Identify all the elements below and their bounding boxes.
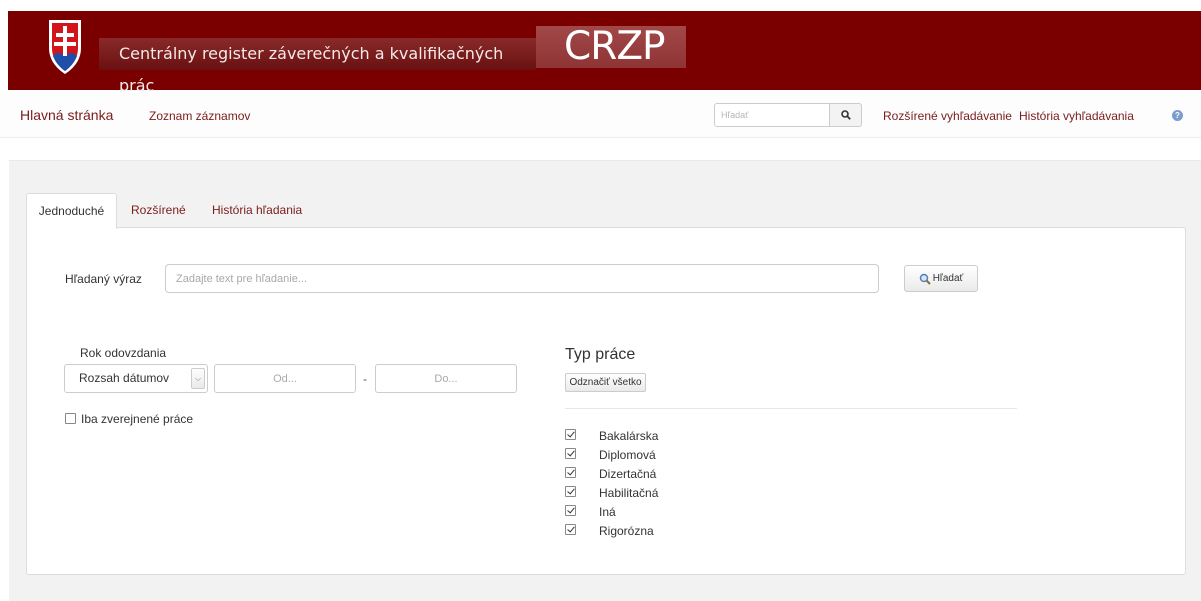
query-input[interactable] — [165, 264, 879, 293]
year-from-input[interactable] — [214, 364, 356, 393]
nav-advanced-search-link[interactable]: Rozšírené vyhľadávanie — [883, 109, 1012, 123]
crzp-logo[interactable]: CRZP — [536, 26, 686, 68]
tab-advanced[interactable]: Rozšírené — [131, 193, 186, 228]
site-title[interactable]: Centrálny register záverečných a kvalifi… — [99, 38, 536, 95]
type-checkbox[interactable] — [565, 467, 576, 478]
type-checkbox[interactable] — [565, 524, 576, 535]
range-separator: - — [363, 372, 367, 386]
magnifier-icon — [919, 273, 931, 285]
type-checkbox[interactable] — [565, 429, 576, 440]
published-only-label[interactable]: Iba zverejnené práce — [81, 412, 193, 426]
query-label: Hľadaný výraz — [65, 272, 142, 286]
type-checkbox[interactable] — [565, 505, 576, 516]
nav-records-list-link[interactable]: Zoznam záznamov — [149, 109, 250, 123]
nav-search-input[interactable] — [714, 103, 830, 127]
type-label: Dizertačná — [599, 467, 657, 481]
deselect-all-button[interactable]: Odznačiť všetko — [565, 373, 646, 392]
divider — [565, 408, 1017, 409]
help-icon[interactable]: ? — [1172, 110, 1183, 121]
type-label: Bakalárska — [599, 429, 659, 443]
tab-search-history[interactable]: História hľadania — [212, 193, 302, 228]
date-range-select[interactable]: Rozsah dátumov ⌵ — [64, 364, 208, 393]
coat-of-arms-logo[interactable] — [47, 18, 83, 76]
year-to-input[interactable] — [375, 364, 517, 393]
search-button-label: Hľadať — [932, 273, 964, 284]
year-label: Rok odovzdania — [80, 346, 167, 360]
type-label: Iná — [599, 505, 616, 519]
type-checkbox[interactable] — [565, 486, 576, 497]
type-label: Diplomová — [599, 448, 656, 462]
published-only-checkbox[interactable] — [65, 413, 76, 424]
type-checkbox[interactable] — [565, 448, 576, 459]
date-range-select-value: Rozsah dátumov — [79, 371, 170, 385]
type-label: Rigorózna — [599, 524, 654, 538]
search-icon — [840, 110, 851, 120]
work-type-title: Typ práce — [565, 346, 636, 363]
type-label: Habilitačná — [599, 486, 659, 500]
top-navbar: Hlavná stránka Zoznam záznamov Rozšírené… — [0, 93, 1201, 138]
nav-search-button[interactable] — [830, 103, 862, 127]
nav-home-link[interactable]: Hlavná stránka — [20, 107, 113, 123]
chevron-down-icon[interactable]: ⌵ — [191, 368, 205, 389]
nav-search-history-link[interactable]: História vyhľadávania — [1019, 109, 1134, 123]
search-button[interactable]: Hľadať — [904, 265, 978, 292]
tab-simple[interactable]: Jednoduché — [26, 193, 117, 229]
